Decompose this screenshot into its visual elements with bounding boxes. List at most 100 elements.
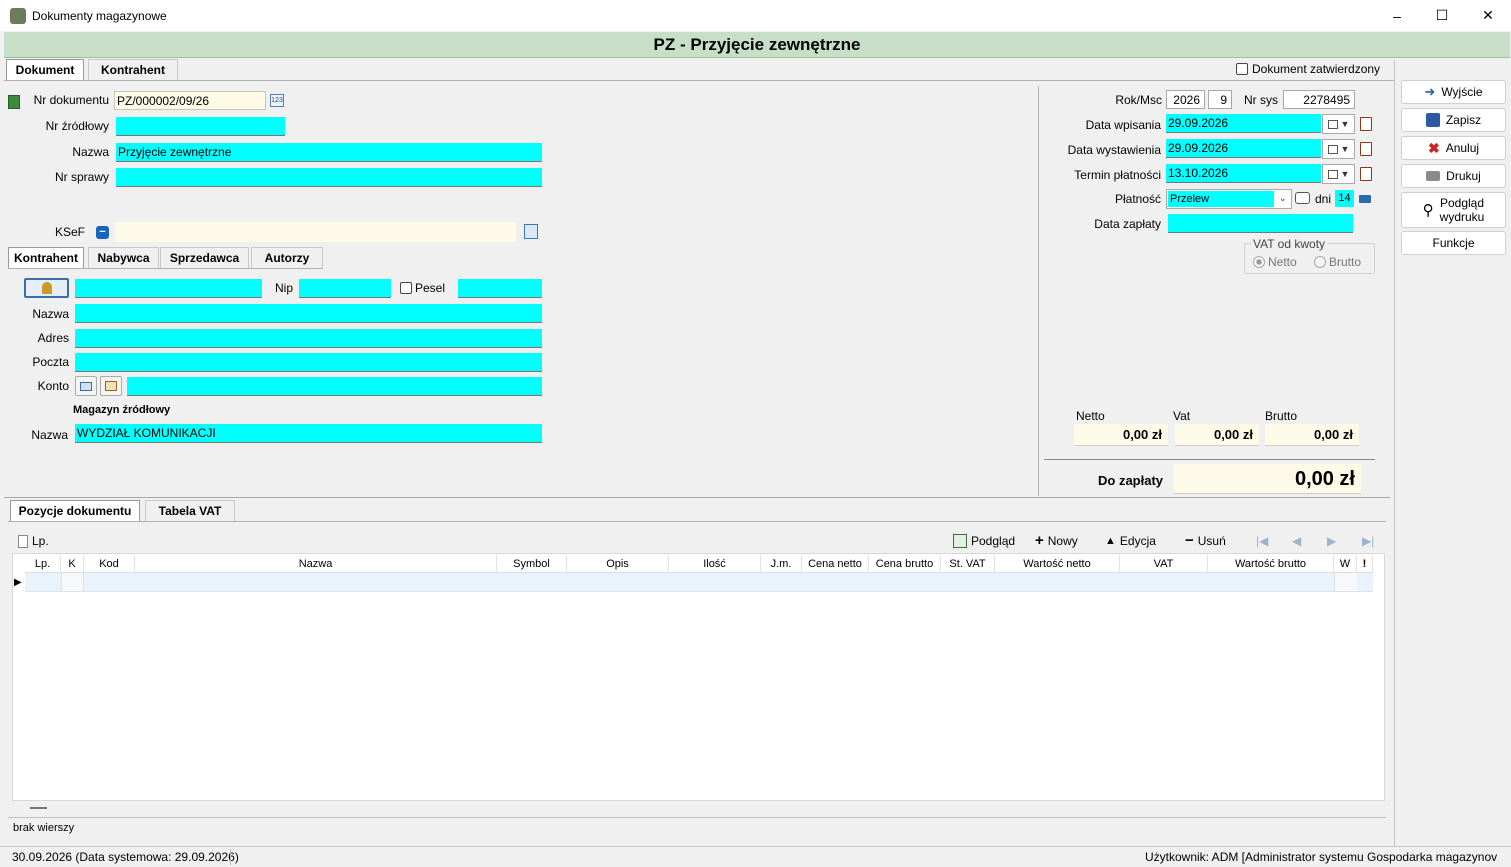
col-nazwa[interactable]: Nazwa	[135, 555, 497, 573]
col-wartosc-brutto[interactable]: Wartość brutto	[1208, 555, 1334, 573]
col-ilosc[interactable]: Ilość	[669, 555, 761, 573]
minimize-button[interactable]: –	[1374, 0, 1420, 31]
scroll-grip[interactable]	[30, 807, 47, 809]
col-cena-netto[interactable]: Cena netto	[802, 555, 869, 573]
col-cena-brutto[interactable]: Cena brutto	[869, 555, 941, 573]
pesel-field[interactable]	[458, 279, 542, 298]
tab-kontrahent[interactable]: Kontrahent	[88, 59, 178, 81]
approved-check-box[interactable]	[1236, 63, 1248, 75]
col-k[interactable]: K	[61, 555, 84, 573]
nazwa-field[interactable]: Przyjęcie zewnętrzne	[116, 143, 542, 162]
konto-select-button[interactable]	[100, 376, 122, 396]
lp-sort-label: Lp.	[32, 534, 49, 548]
document-excel-icon[interactable]	[8, 95, 20, 109]
nr-zrodlowy-field[interactable]	[116, 117, 285, 136]
col-vat[interactable]: VAT	[1120, 555, 1208, 573]
maximize-button[interactable]: ☐	[1419, 0, 1465, 31]
contractor-code-field[interactable]	[75, 279, 262, 298]
data-wpisania-dropdown[interactable]: ▼	[1322, 114, 1355, 134]
select-contractor-button[interactable]	[24, 278, 69, 298]
approved-checkbox[interactable]: Dokument zatwierdzony	[1236, 62, 1380, 76]
vat-netto-radio[interactable]: Netto	[1253, 255, 1297, 269]
tab-party-kontrahent[interactable]: Kontrahent	[8, 247, 84, 269]
funkcje-label: Funkcje	[1432, 236, 1475, 250]
tab-pozycje-dokumentu[interactable]: Pozycje dokumentu	[10, 500, 140, 522]
next-record-button[interactable]: ▶	[1327, 532, 1336, 550]
drukuj-button[interactable]: Drukuj	[1401, 164, 1506, 188]
copy-icon[interactable]	[524, 224, 538, 239]
forward-icon[interactable]	[1359, 195, 1371, 203]
col-symbol[interactable]: Symbol	[497, 555, 567, 573]
warehouse-nazwa-field[interactable]: WYDZIAŁ KOMUNIKACJI	[75, 424, 542, 443]
col-lp[interactable]: Lp.	[25, 555, 61, 573]
party-konto-field[interactable]	[127, 377, 542, 396]
bottom-section-divider	[4, 497, 1390, 498]
rok-field[interactable]: 2026	[1166, 90, 1205, 109]
nowy-button[interactable]: + Nowy	[1035, 532, 1078, 550]
calendar-book-icon[interactable]	[1360, 142, 1372, 156]
vat-brutto-radio[interactable]: Brutto	[1314, 255, 1361, 269]
party-poczta-field[interactable]	[75, 353, 542, 372]
col-opis[interactable]: Opis	[567, 555, 669, 573]
col-kod[interactable]: Kod	[84, 555, 135, 573]
col-wartosc-netto[interactable]: Wartość netto	[995, 555, 1120, 573]
data-zaplaty-label: Data zapłaty	[1094, 217, 1161, 231]
pesel-checkbox[interactable]: Pesel	[400, 281, 445, 295]
col-w[interactable]: W	[1334, 555, 1357, 573]
funkcje-button[interactable]: Funkcje	[1401, 231, 1506, 255]
ksef-collapse-icon[interactable]: −	[96, 226, 109, 239]
usun-label: Usuń	[1197, 534, 1226, 548]
nr-dokumentu-field[interactable]: PZ/000002/09/26	[114, 91, 266, 110]
calendar-book-icon[interactable]	[1360, 167, 1372, 181]
brutto-radio-icon	[1314, 256, 1326, 268]
usun-button[interactable]: − Usuń	[1185, 532, 1226, 550]
msc-field[interactable]: 9	[1208, 90, 1232, 109]
col-st-vat[interactable]: St. VAT	[941, 555, 995, 573]
grid-new-row[interactable]	[25, 573, 1373, 592]
lp-sort-button[interactable]: Lp.	[18, 532, 49, 550]
nr-dokumentu-label: Nr dokumentu	[33, 93, 109, 107]
first-record-button[interactable]: |◀	[1256, 532, 1268, 550]
numbering-icon[interactable]: 123	[270, 94, 284, 107]
row-k-cell[interactable]	[61, 573, 84, 591]
ksef-field[interactable]	[115, 222, 516, 242]
nr-sprawy-field[interactable]	[116, 168, 542, 187]
termin-platnosci-field[interactable]: 13.10.2026	[1166, 164, 1321, 183]
binoculars-icon[interactable]	[1295, 192, 1310, 204]
platnosc-select[interactable]: Przelew ⌄	[1166, 189, 1292, 209]
close-window-button[interactable]: ✕	[1465, 0, 1511, 31]
data-zaplaty-field[interactable]	[1168, 214, 1353, 233]
konto-card-button[interactable]	[75, 376, 97, 396]
wyjscie-button[interactable]: ➜ Wyjście	[1401, 80, 1506, 104]
anuluj-button[interactable]: ✖ Anuluj	[1401, 136, 1506, 160]
col-jm[interactable]: J.m.	[761, 555, 802, 573]
data-wystawienia-field[interactable]: 29.09.2026	[1166, 139, 1321, 158]
row-w-cell[interactable]	[1334, 573, 1357, 591]
termin-platnosci-dropdown[interactable]: ▼	[1322, 164, 1355, 184]
tab-tabela-vat[interactable]: Tabela VAT	[145, 500, 235, 522]
tab-dokument[interactable]: Dokument	[6, 59, 84, 81]
tab-party-nabywca[interactable]: Nabywca	[88, 247, 159, 269]
calendar-book-icon[interactable]	[1360, 117, 1372, 131]
podglad-wydruku-button[interactable]: ⚲ Podgląd wydruku	[1401, 192, 1506, 228]
data-wystawienia-dropdown[interactable]: ▼	[1322, 139, 1355, 159]
party-adres-field[interactable]	[75, 329, 542, 348]
podglad-button[interactable]: Podgląd	[953, 532, 1015, 550]
dni-field[interactable]: 14	[1335, 190, 1354, 207]
do-zaplaty-label: Do zapłaty	[1098, 473, 1164, 488]
data-wpisania-field[interactable]: 29.09.2026	[1166, 114, 1321, 133]
zapisz-button[interactable]: Zapisz	[1401, 108, 1506, 132]
tab-party-autorzy[interactable]: Autorzy	[251, 247, 323, 269]
last-record-button[interactable]: ▶|	[1362, 532, 1374, 550]
nip-field[interactable]	[299, 279, 391, 298]
pesel-check-box[interactable]	[400, 282, 412, 294]
tab-party-sprzedawca[interactable]: Sprzedawca	[160, 247, 249, 269]
nr-zrodlowy-label: Nr źródłowy	[45, 119, 109, 133]
prev-record-button[interactable]: ◀	[1292, 532, 1301, 550]
save-icon	[1425, 113, 1440, 127]
col-alert[interactable]: !	[1357, 555, 1373, 573]
edycja-button[interactable]: ▲ Edycja	[1105, 532, 1156, 550]
chevron-down-icon: ▼	[1340, 169, 1350, 179]
nr-sys-field[interactable]: 2278495	[1283, 90, 1355, 109]
party-nazwa-field[interactable]	[75, 304, 542, 323]
